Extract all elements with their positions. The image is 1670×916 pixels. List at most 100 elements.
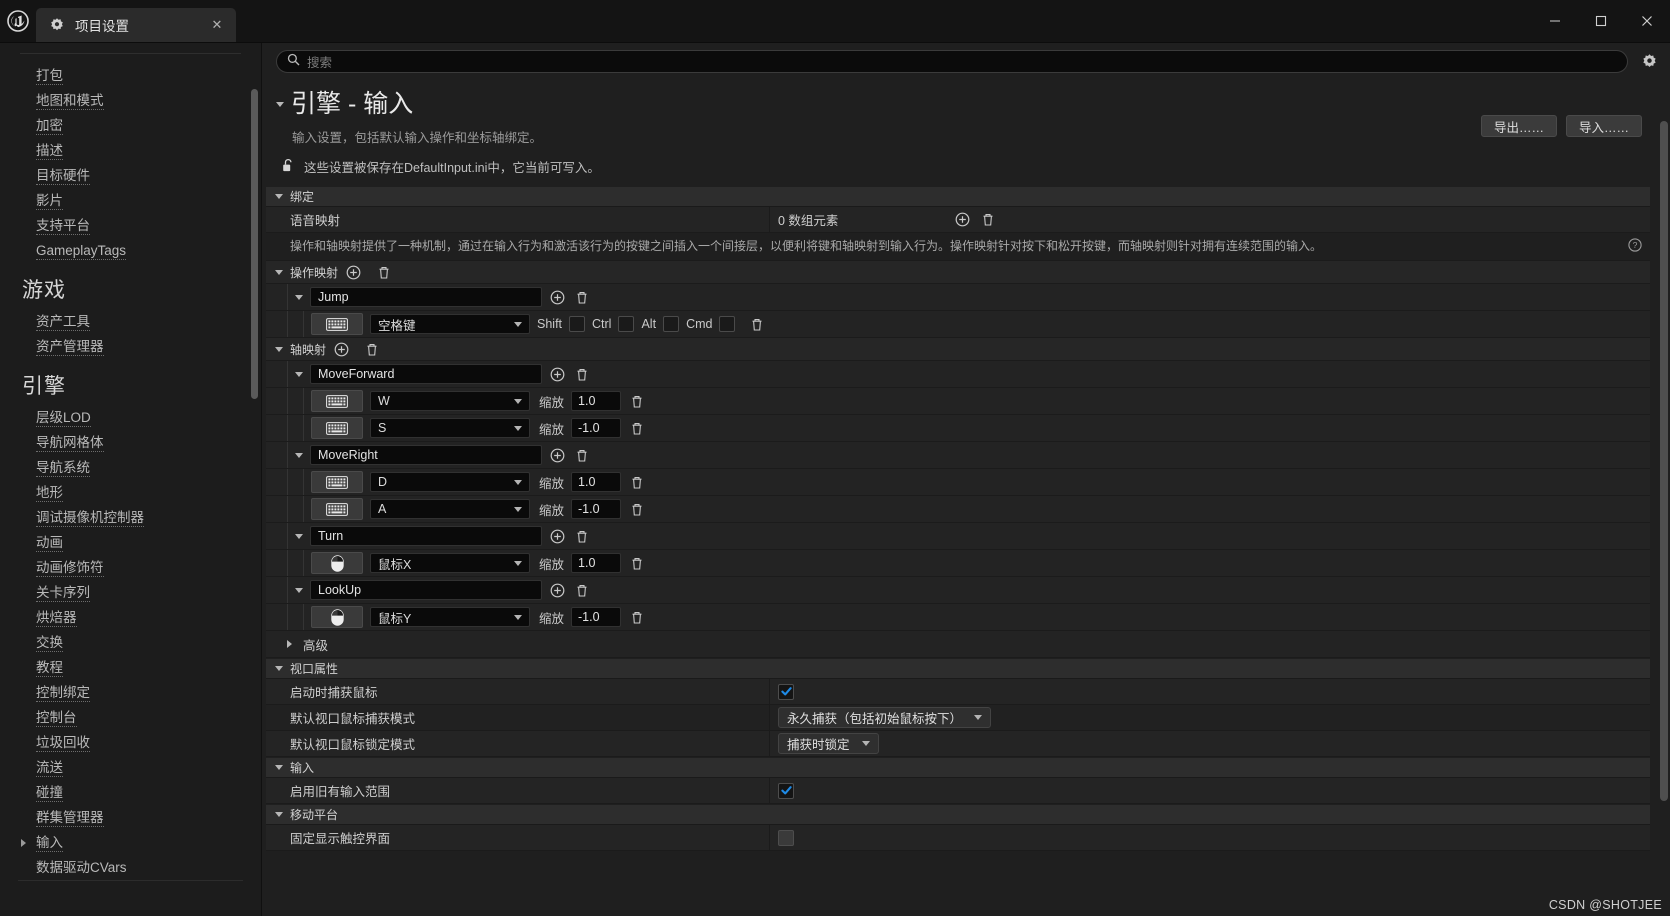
delete-key-icon[interactable] — [628, 609, 645, 626]
sidebar-item-2[interactable]: 加密 — [0, 114, 261, 139]
sidebar-item-12[interactable]: 层级LOD — [0, 406, 261, 431]
sidebar-item-14[interactable]: 导航系统 — [0, 456, 261, 481]
delete-mapping-icon[interactable] — [573, 366, 590, 383]
window-tab-project-settings[interactable]: 项目设置 ✕ — [36, 8, 236, 42]
maximize-button[interactable] — [1578, 0, 1624, 42]
category-header-bindings[interactable]: 绑定 — [266, 187, 1650, 207]
sidebar-item-28[interactable]: 群集管理器 — [0, 806, 261, 831]
mapping-name-input[interactable]: Jump — [310, 287, 542, 307]
delete-key-icon[interactable] — [748, 316, 765, 333]
delete-mapping-icon[interactable] — [573, 447, 590, 464]
scale-input[interactable]: -1.0 — [571, 607, 622, 627]
add-key-icon[interactable] — [549, 582, 566, 599]
delete-key-icon[interactable] — [628, 393, 645, 410]
add-key-icon[interactable] — [549, 366, 566, 383]
key-select[interactable]: 鼠标X — [370, 553, 530, 573]
value-select[interactable]: 捕获时锁定 — [778, 733, 879, 754]
scale-input[interactable]: 1.0 — [571, 391, 622, 411]
sidebar-item-26[interactable]: 流送 — [0, 756, 261, 781]
close-button[interactable] — [1624, 0, 1670, 42]
content-scrollbar[interactable] — [1660, 121, 1668, 801]
scale-input[interactable]: -1.0 — [571, 499, 622, 519]
sidebar-item-3[interactable]: 描述 — [0, 139, 261, 164]
sidebar-item-4[interactable]: 目标硬件 — [0, 164, 261, 189]
category-header-input[interactable]: 输入 — [266, 758, 1650, 778]
scale-input[interactable]: -1.0 — [571, 418, 622, 438]
key-select[interactable]: D — [370, 472, 530, 492]
clear-action-mappings-icon[interactable] — [375, 264, 392, 281]
clear-axis-mappings-icon[interactable] — [363, 341, 380, 358]
delete-array-icon[interactable] — [979, 211, 996, 228]
chevron-down-icon[interactable] — [295, 294, 303, 300]
key-select[interactable]: A — [370, 499, 530, 519]
delete-key-icon[interactable] — [628, 420, 645, 437]
mapping-name-input[interactable]: Turn — [310, 526, 542, 546]
sidebar-item-30[interactable]: 数据驱动CVars — [0, 856, 261, 877]
tab-close-icon[interactable]: ✕ — [208, 16, 226, 34]
modifier-checkbox-alt[interactable] — [663, 316, 680, 332]
mapping-name-input[interactable]: MoveRight — [310, 445, 542, 465]
sidebar-item-5[interactable]: 影片 — [0, 189, 261, 214]
search-input[interactable]: 搜索 — [276, 49, 1628, 73]
key-select[interactable]: 鼠标Y — [370, 607, 530, 627]
checkbox[interactable] — [778, 683, 794, 700]
sidebar-item-10[interactable]: 资产管理器 — [0, 335, 261, 360]
chevron-down-icon[interactable] — [295, 587, 303, 593]
mapping-name-input[interactable]: LookUp — [310, 580, 542, 600]
keyboard-icon[interactable] — [311, 313, 363, 335]
delete-key-icon[interactable] — [628, 555, 645, 572]
sidebar-item-1[interactable]: 地图和模式 — [0, 89, 261, 114]
value-select[interactable]: 永久捕获（包括初始鼠标按下） — [778, 707, 992, 728]
sidebar-item-25[interactable]: 垃圾回收 — [0, 731, 261, 756]
sidebar-item-29[interactable]: 输入 — [0, 831, 261, 856]
export-button[interactable]: 导出…… — [1480, 115, 1557, 137]
category-header-mobile[interactable]: 移动平台 — [266, 805, 1650, 825]
sidebar-item-19[interactable]: 关卡序列 — [0, 581, 261, 606]
sidebar-item-7[interactable]: GameplayTags — [0, 239, 261, 264]
sidebar-item-9[interactable]: 资产工具 — [0, 310, 261, 335]
minimize-button[interactable] — [1532, 0, 1578, 42]
add-axis-mapping-icon[interactable] — [333, 341, 350, 358]
delete-key-icon[interactable] — [628, 474, 645, 491]
sidebar-item-18[interactable]: 动画修饰符 — [0, 556, 261, 581]
key-select[interactable]: 空格键 — [370, 314, 530, 334]
add-action-mapping-icon[interactable] — [345, 264, 362, 281]
sidebar-item-24[interactable]: 控制台 — [0, 706, 261, 731]
sub-header-axis-mappings[interactable]: 轴映射 — [266, 338, 1650, 361]
chevron-down-icon[interactable] — [295, 533, 303, 539]
chevron-right-icon[interactable] — [21, 839, 26, 847]
mapping-name-input[interactable]: MoveForward — [310, 364, 542, 384]
sidebar-item-23[interactable]: 控制绑定 — [0, 681, 261, 706]
sidebar-item-17[interactable]: 动画 — [0, 531, 261, 556]
key-select[interactable]: W — [370, 391, 530, 411]
delete-key-icon[interactable] — [628, 501, 645, 518]
scale-input[interactable]: 1.0 — [571, 553, 622, 573]
delete-mapping-icon[interactable] — [573, 582, 590, 599]
delete-mapping-icon[interactable] — [573, 289, 590, 306]
checkbox[interactable] — [778, 829, 794, 846]
sub-header-action-mappings[interactable]: 操作映射 — [266, 261, 1650, 284]
help-circle-icon[interactable]: ? — [1628, 237, 1642, 256]
checkbox[interactable] — [778, 782, 794, 799]
chevron-down-icon[interactable] — [295, 371, 303, 377]
settings-gear-icon[interactable] — [1638, 50, 1660, 72]
sidebar-item-0[interactable]: 打包 — [0, 64, 261, 89]
sidebar-item-16[interactable]: 调试摄像机控制器 — [0, 506, 261, 531]
import-button[interactable]: 导入…… — [1565, 115, 1642, 137]
modifier-checkbox-shift[interactable] — [569, 316, 586, 332]
sidebar-item-20[interactable]: 烘焙器 — [0, 606, 261, 631]
modifier-checkbox-cmd[interactable] — [719, 316, 736, 332]
sidebar-item-22[interactable]: 教程 — [0, 656, 261, 681]
add-key-icon[interactable] — [549, 289, 566, 306]
keyboard-icon[interactable] — [311, 390, 363, 412]
sidebar-item-13[interactable]: 导航网格体 — [0, 431, 261, 456]
key-select[interactable]: S — [370, 418, 530, 438]
row-advanced[interactable]: 高级 — [266, 631, 1650, 658]
category-header-viewport[interactable]: 视口属性 — [266, 659, 1650, 679]
delete-mapping-icon[interactable] — [573, 528, 590, 545]
sidebar-item-21[interactable]: 交换 — [0, 631, 261, 656]
keyboard-icon[interactable] — [311, 471, 363, 493]
sidebar-item-27[interactable]: 碰撞 — [0, 781, 261, 806]
mouse-icon[interactable] — [311, 552, 363, 574]
keyboard-icon[interactable] — [311, 498, 363, 520]
